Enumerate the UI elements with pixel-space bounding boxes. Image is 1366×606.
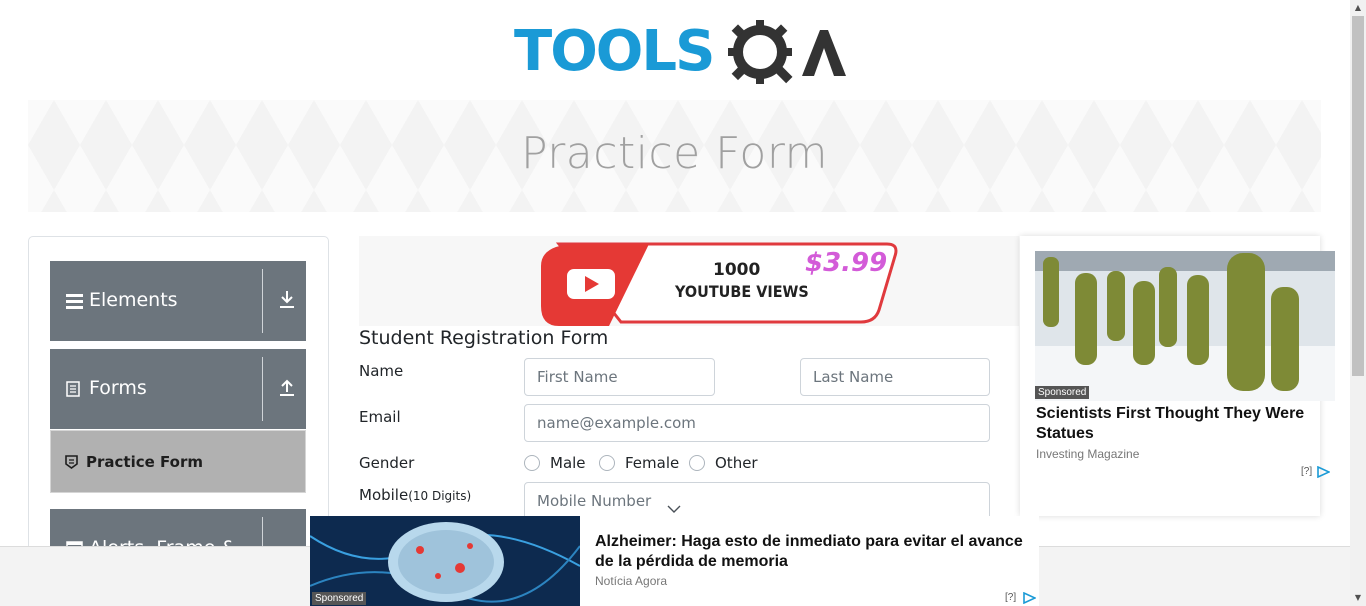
radio-circle[interactable]	[524, 455, 540, 471]
adchoices-icon[interactable]	[1317, 466, 1330, 478]
page-title: Practice Form	[520, 128, 829, 179]
email-input[interactable]	[524, 404, 990, 442]
sponsored-tag: Sponsored	[1035, 386, 1090, 399]
gender-label: Gender	[359, 454, 415, 472]
ad-image-statues	[1035, 251, 1335, 401]
youtube-ad-graphic	[541, 242, 898, 326]
radio-label: Male	[550, 454, 586, 472]
upload-arrow-icon[interactable]	[278, 377, 296, 397]
document-icon	[66, 381, 80, 397]
sidebar-item-practice-form[interactable]: Practice Form	[50, 430, 306, 493]
gender-radio-female[interactable]: Female	[599, 454, 679, 472]
radio-circle[interactable]	[599, 455, 615, 471]
ad-headline[interactable]: Scientists First Thought They Were Statu…	[1036, 404, 1316, 444]
ad-info-link[interactable]: [?]	[1301, 466, 1312, 477]
page-banner: Practice Form	[28, 100, 1321, 212]
hamburger-icon	[66, 294, 83, 309]
divider	[262, 269, 263, 333]
page: TOOLS Practice Form Elements Forms Pract…	[0, 0, 1366, 606]
ad-info-link[interactable]: [?]	[1005, 592, 1016, 603]
sidebar-group-forms[interactable]: Forms	[50, 349, 306, 429]
chevron-down-icon	[667, 505, 681, 513]
ad-line-1: 1000	[713, 260, 761, 280]
sidebar-item-label: Practice Form	[86, 453, 203, 471]
gender-radio-male[interactable]: Male	[524, 454, 586, 472]
youtube-views-ad[interactable]: 1000 YOUTUBE VIEWS $3.99	[359, 236, 1019, 326]
sidebar-group-label: Elements	[89, 289, 178, 311]
ad-price: $3.99	[805, 248, 888, 278]
ad-line-2: YOUTUBE VIEWS	[675, 282, 809, 301]
sidebar-group-elements[interactable]: Elements	[50, 261, 306, 341]
mobile-input[interactable]	[524, 482, 990, 520]
ad-source: Investing Magazine	[1036, 447, 1140, 461]
logo-text: TOOLS	[514, 19, 715, 84]
email-label: Email	[359, 408, 401, 426]
gear-magnifier-icon	[728, 20, 846, 84]
badge-icon	[65, 455, 78, 469]
mobile-hint: (10 Digits)	[408, 489, 472, 503]
scroll-down-arrow-icon[interactable]: ▼	[1350, 590, 1366, 606]
right-sponsored-ad[interactable]: Sponsored Scientists First Thought They …	[1020, 236, 1335, 516]
toolsqa-logo[interactable]: TOOLS	[514, 14, 846, 92]
radio-circle[interactable]	[689, 455, 705, 471]
radio-label: Other	[715, 454, 758, 472]
mobile-label-text: Mobile	[359, 486, 409, 504]
ad-headline[interactable]: Alzheimer: Haga esto de inmediato para e…	[595, 532, 1035, 572]
mobile-label: Mobile(10 Digits)	[359, 486, 471, 504]
divider	[262, 357, 263, 421]
bottom-sponsored-ad[interactable]: Sponsored Alzheimer: Haga esto de inmedi…	[310, 516, 1039, 606]
ad-source: Notícia Agora	[595, 574, 668, 588]
sponsored-tag: Sponsored	[312, 592, 367, 605]
gender-radio-other[interactable]: Other	[689, 454, 758, 472]
radio-label: Female	[625, 454, 680, 472]
first-name-input[interactable]	[524, 358, 715, 396]
name-label: Name	[359, 362, 404, 380]
sidebar-group-label: Forms	[89, 377, 147, 399]
form-title: Student Registration Form	[359, 327, 609, 349]
sidebar: Elements Forms Practice Form	[28, 236, 329, 576]
scrollbar-thumb[interactable]	[1352, 16, 1364, 376]
adchoices-icon[interactable]	[1023, 592, 1036, 604]
scroll-up-arrow-icon[interactable]: ▲	[1350, 0, 1366, 16]
last-name-input[interactable]	[800, 358, 990, 396]
download-arrow-icon[interactable]	[278, 289, 296, 309]
